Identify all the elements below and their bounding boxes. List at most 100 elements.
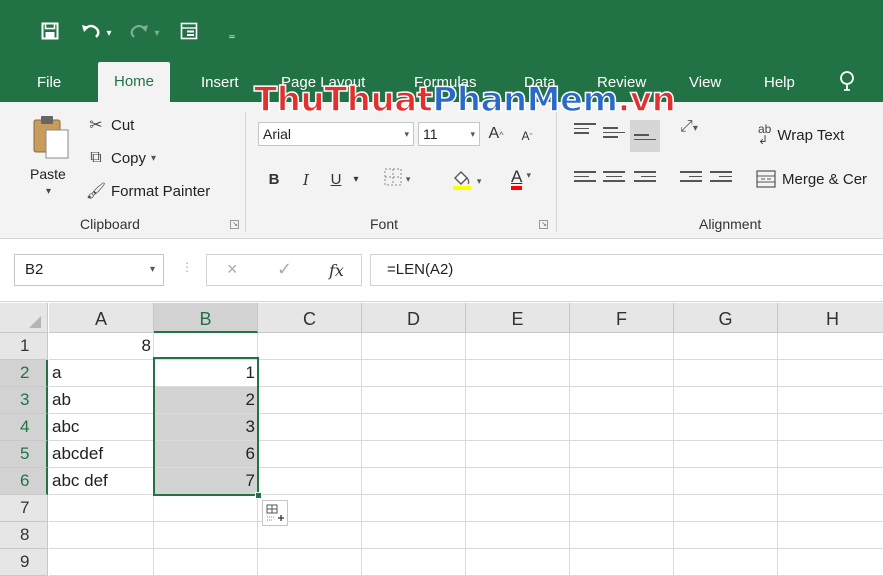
underline-button[interactable]: U (326, 168, 346, 192)
increase-indent-icon[interactable] (710, 168, 732, 188)
cell-e2[interactable] (466, 360, 570, 387)
formula-input[interactable]: =LEN(A2) (370, 254, 883, 286)
cell-a6[interactable]: abc def (49, 468, 154, 495)
cell-h2[interactable] (778, 360, 883, 387)
cell-a4[interactable]: abc (49, 414, 154, 441)
redo-dropdown-icon[interactable]: ▾ (152, 22, 162, 46)
cell-h9[interactable] (778, 549, 883, 576)
cell-g3[interactable] (674, 387, 778, 414)
select-all-button[interactable] (0, 303, 48, 333)
cell-h6[interactable] (778, 468, 883, 495)
font-launcher-icon[interactable]: ↘ (539, 220, 548, 229)
cell-e9[interactable] (466, 549, 570, 576)
cell-b2[interactable]: 1 (154, 360, 258, 387)
paste-dropdown-icon[interactable]: ▾ (46, 186, 51, 197)
fill-handle[interactable] (255, 492, 262, 499)
shrink-font-button[interactable]: Aˇ (518, 124, 536, 148)
cell-a1[interactable]: 8 (49, 333, 154, 360)
cell-f7[interactable] (570, 495, 674, 522)
column-header-f[interactable]: F (570, 303, 674, 333)
insert-function-icon[interactable]: fx (329, 261, 344, 280)
column-header-c[interactable]: C (258, 303, 362, 333)
middle-align-icon[interactable] (603, 124, 625, 144)
cell-b8[interactable] (154, 522, 258, 549)
column-header-h[interactable]: H (778, 303, 883, 333)
cell-h5[interactable] (778, 441, 883, 468)
cell-c6[interactable] (258, 468, 362, 495)
row-header-4[interactable]: 4 (0, 414, 48, 441)
cell-b3[interactable]: 2 (154, 387, 258, 414)
cell-d9[interactable] (362, 549, 466, 576)
undo-icon[interactable] (80, 22, 102, 46)
cell-h4[interactable] (778, 414, 883, 441)
cell-g6[interactable] (674, 468, 778, 495)
cell-f8[interactable] (570, 522, 674, 549)
cell-b4[interactable]: 3 (154, 414, 258, 441)
cell-f4[interactable] (570, 414, 674, 441)
name-box[interactable]: B2 ▾ (14, 254, 164, 286)
cell-a9[interactable] (49, 549, 154, 576)
cell-g8[interactable] (674, 522, 778, 549)
cell-e6[interactable] (466, 468, 570, 495)
cell-e7[interactable] (466, 495, 570, 522)
cell-d7[interactable] (362, 495, 466, 522)
tab-home[interactable]: Home (98, 62, 171, 102)
row-header-6[interactable]: 6 (0, 468, 48, 495)
copy-dropdown-icon[interactable]: ▾ (151, 153, 156, 164)
cell-d1[interactable] (362, 333, 466, 360)
formula-bar-grip-icon[interactable]: ⋮ (181, 260, 193, 274)
cell-e3[interactable] (466, 387, 570, 414)
row-header-9[interactable]: 9 (0, 549, 48, 576)
column-header-g[interactable]: G (674, 303, 778, 333)
cell-c4[interactable] (258, 414, 362, 441)
form-icon[interactable] (178, 22, 200, 46)
cancel-icon[interactable]: × (227, 259, 238, 280)
cell-a2[interactable]: a (49, 360, 154, 387)
font-name-select[interactable]: Arial ▾ (258, 122, 414, 146)
cell-g5[interactable] (674, 441, 778, 468)
bold-button[interactable]: B (264, 168, 284, 192)
cell-f5[interactable] (570, 441, 674, 468)
cell-g1[interactable] (674, 333, 778, 360)
paste-icon[interactable] (32, 114, 70, 162)
tab-help[interactable]: Help (764, 72, 795, 102)
cell-e1[interactable] (466, 333, 570, 360)
tab-file[interactable]: File (37, 72, 61, 102)
undo-dropdown-icon[interactable]: ▾ (104, 22, 114, 46)
cell-f9[interactable] (570, 549, 674, 576)
cell-d8[interactable] (362, 522, 466, 549)
cell-c2[interactable] (258, 360, 362, 387)
bottom-align-icon[interactable] (630, 120, 660, 152)
borders-button[interactable]: ▾ (378, 168, 416, 192)
row-header-8[interactable]: 8 (0, 522, 48, 549)
cell-a3[interactable]: ab (49, 387, 154, 414)
wrap-text-button[interactable]: ab ↲ Wrap Text (758, 123, 844, 146)
fill-color-button[interactable]: ▾ (444, 168, 488, 192)
cell-a7[interactable] (49, 495, 154, 522)
column-header-b[interactable]: B (154, 303, 258, 333)
quick-analysis-button[interactable] (262, 500, 288, 526)
font-size-select[interactable]: 11 ▾ (418, 122, 480, 146)
cell-e4[interactable] (466, 414, 570, 441)
column-header-d[interactable]: D (362, 303, 466, 333)
cut-button[interactable]: ✂ Cut (86, 114, 134, 136)
clipboard-launcher-icon[interactable]: ↘ (230, 220, 239, 229)
cell-b7[interactable] (154, 495, 258, 522)
row-header-1[interactable]: 1 (0, 333, 48, 360)
cell-f2[interactable] (570, 360, 674, 387)
cell-h8[interactable] (778, 522, 883, 549)
cell-d5[interactable] (362, 441, 466, 468)
tab-view[interactable]: View (689, 72, 721, 102)
underline-dropdown-icon[interactable]: ▾ (350, 168, 362, 192)
top-align-icon[interactable] (574, 120, 596, 140)
cell-c1[interactable] (258, 333, 362, 360)
cell-h7[interactable] (778, 495, 883, 522)
align-center-icon[interactable] (603, 168, 625, 188)
cell-g7[interactable] (674, 495, 778, 522)
row-header-3[interactable]: 3 (0, 387, 48, 414)
cell-d6[interactable] (362, 468, 466, 495)
redo-icon[interactable] (128, 22, 150, 46)
cell-g2[interactable] (674, 360, 778, 387)
cell-f6[interactable] (570, 468, 674, 495)
cell-c5[interactable] (258, 441, 362, 468)
